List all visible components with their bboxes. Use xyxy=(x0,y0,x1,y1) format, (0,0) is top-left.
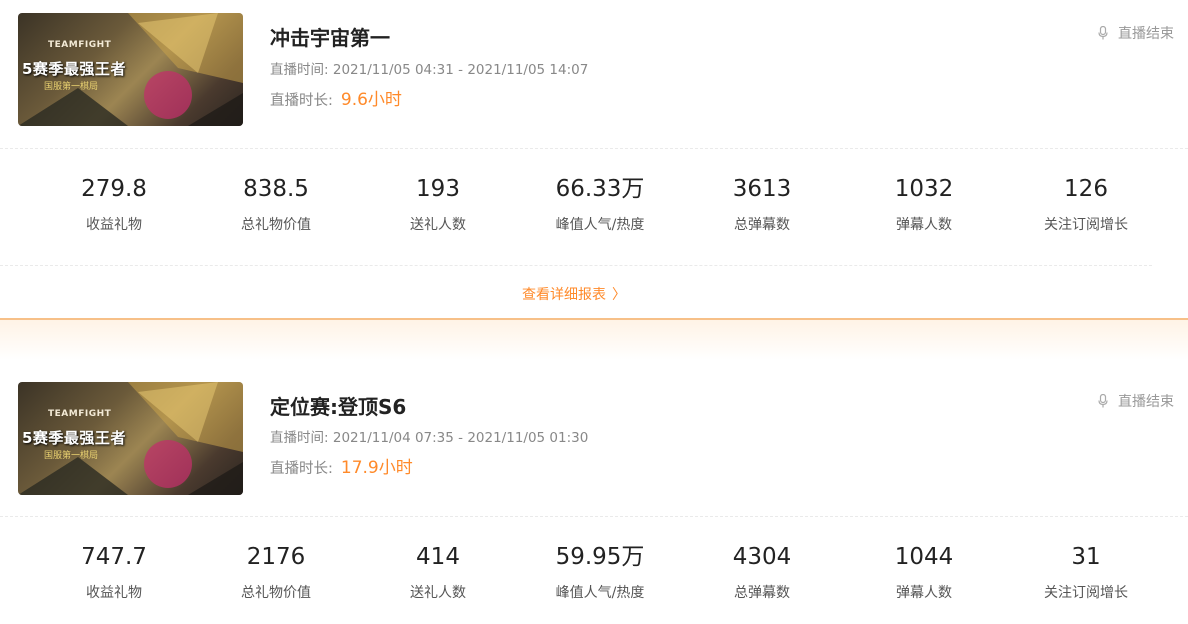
stat-label: 关注订阅增长 xyxy=(1044,585,1128,601)
status-text: 直播结束 xyxy=(1118,394,1174,410)
divider xyxy=(0,516,1188,517)
stat-value: 59.95万 xyxy=(555,544,645,570)
card-separator xyxy=(0,318,1188,360)
thumbnail-brand-text: TEAMFIGHT xyxy=(48,40,112,50)
stat-label: 弹幕人数 xyxy=(896,217,952,233)
stat-value: 747.7 xyxy=(81,544,147,570)
stat-value: 279.8 xyxy=(81,176,147,202)
divider xyxy=(0,265,1152,266)
stat-follower-growth: 126 关注订阅增长 xyxy=(996,174,1176,234)
view-detailed-report-link[interactable]: 查看详细报表〉 xyxy=(0,284,1148,304)
session-duration: 直播时长: 9.6小时 xyxy=(270,85,402,110)
stream-thumbnail[interactable]: TEAMFIGHT 5赛季最强王者 国服第一棋局 xyxy=(18,382,243,495)
stats-row: 279.8 收益礼物 838.5 总礼物价值 193 送礼人数 66.33万 峰… xyxy=(0,174,1188,244)
stat-value: 3613 xyxy=(732,176,792,202)
session-title[interactable]: 定位赛:登顶S6 xyxy=(270,391,406,420)
stat-label: 总礼物价值 xyxy=(241,585,311,601)
live-status: 直播结束 xyxy=(1098,23,1174,43)
stat-value: 193 xyxy=(416,176,460,202)
thumbnail-season-text: 5赛季最强王者 xyxy=(22,60,126,78)
stat-label: 收益礼物 xyxy=(86,585,142,601)
stat-label: 关注订阅增长 xyxy=(1044,217,1128,233)
divider xyxy=(0,148,1188,149)
session-time: 直播时间: 2021/11/04 07:35 - 2021/11/05 01:3… xyxy=(270,426,588,446)
stat-revenue-gifts: 747.7 收益礼物 xyxy=(24,542,204,602)
stat-label: 送礼人数 xyxy=(410,217,466,233)
stat-peak-popularity: 66.33万 峰值人气/热度 xyxy=(510,174,690,234)
stat-label: 弹幕人数 xyxy=(896,585,952,601)
stat-value: 66.33万 xyxy=(555,176,645,202)
stat-total-danmaku: 3613 总弹幕数 xyxy=(672,174,852,234)
thumbnail-sub-text: 国服第一棋局 xyxy=(44,451,99,461)
stat-label: 总礼物价值 xyxy=(241,217,311,233)
duration-label: 直播时长: xyxy=(270,93,333,109)
time-label: 直播时间: xyxy=(270,62,329,78)
thumbnail-season-text: 5赛季最强王者 xyxy=(22,429,126,447)
duration-value: 9.6小时 xyxy=(340,90,402,110)
stream-thumbnail[interactable]: TEAMFIGHT 5赛季最强王者 国服第一棋局 xyxy=(18,13,243,126)
stat-danmaku-users: 1044 弹幕人数 xyxy=(834,542,1014,602)
stat-gift-senders: 193 送礼人数 xyxy=(348,174,528,234)
stat-value: 1032 xyxy=(894,176,954,202)
status-text: 直播结束 xyxy=(1118,26,1174,42)
microphone-icon xyxy=(1098,394,1108,408)
thumbnail-brand-text: TEAMFIGHT xyxy=(48,409,112,419)
stat-value: 126 xyxy=(1064,176,1108,202)
stat-label: 总弹幕数 xyxy=(734,585,790,601)
stat-label: 总弹幕数 xyxy=(734,217,790,233)
live-status: 直播结束 xyxy=(1098,391,1174,411)
microphone-icon xyxy=(1098,26,1108,40)
stat-total-gift-value: 838.5 总礼物价值 xyxy=(186,174,366,234)
stat-total-danmaku: 4304 总弹幕数 xyxy=(672,542,852,602)
stat-value: 2176 xyxy=(246,544,306,570)
time-range: 2021/11/05 04:31 - 2021/11/05 14:07 xyxy=(332,62,589,78)
stat-peak-popularity: 59.95万 峰值人气/热度 xyxy=(510,542,690,602)
stat-label: 收益礼物 xyxy=(86,217,142,233)
duration-label: 直播时长: xyxy=(270,461,333,477)
detail-link-text: 查看详细报表 xyxy=(522,287,606,303)
stat-label: 送礼人数 xyxy=(410,585,466,601)
time-label: 直播时间: xyxy=(270,430,329,446)
stat-value: 838.5 xyxy=(243,176,309,202)
session-time: 直播时间: 2021/11/05 04:31 - 2021/11/05 14:0… xyxy=(270,58,588,78)
time-range: 2021/11/04 07:35 - 2021/11/05 01:30 xyxy=(332,430,589,446)
stat-label: 峰值人气/热度 xyxy=(555,217,645,233)
chevron-right-icon: 〉 xyxy=(612,287,626,303)
stat-value: 1044 xyxy=(894,544,954,570)
stat-follower-growth: 31 关注订阅增长 xyxy=(996,542,1176,602)
session-title[interactable]: 冲击宇宙第一 xyxy=(270,22,390,51)
duration-value: 17.9小时 xyxy=(340,458,413,478)
stat-total-gift-value: 2176 总礼物价值 xyxy=(186,542,366,602)
stat-danmaku-users: 1032 弹幕人数 xyxy=(834,174,1014,234)
stat-value: 4304 xyxy=(732,544,792,570)
stat-label: 峰值人气/热度 xyxy=(555,585,645,601)
stat-revenue-gifts: 279.8 收益礼物 xyxy=(24,174,204,234)
live-session-card: TEAMFIGHT 5赛季最强王者 国服第一棋局 定位赛:登顶S6 直播时间: … xyxy=(0,360,1188,624)
live-session-card: TEAMFIGHT 5赛季最强王者 国服第一棋局 冲击宇宙第一 直播时间: 20… xyxy=(0,0,1188,318)
session-duration: 直播时长: 17.9小时 xyxy=(270,453,413,478)
stats-row: 747.7 收益礼物 2176 总礼物价值 414 送礼人数 59.95万 峰值… xyxy=(0,542,1188,612)
stat-value: 414 xyxy=(416,544,460,570)
thumbnail-sub-text: 国服第一棋局 xyxy=(44,82,99,92)
stat-value: 31 xyxy=(1071,544,1101,570)
stat-gift-senders: 414 送礼人数 xyxy=(348,542,528,602)
